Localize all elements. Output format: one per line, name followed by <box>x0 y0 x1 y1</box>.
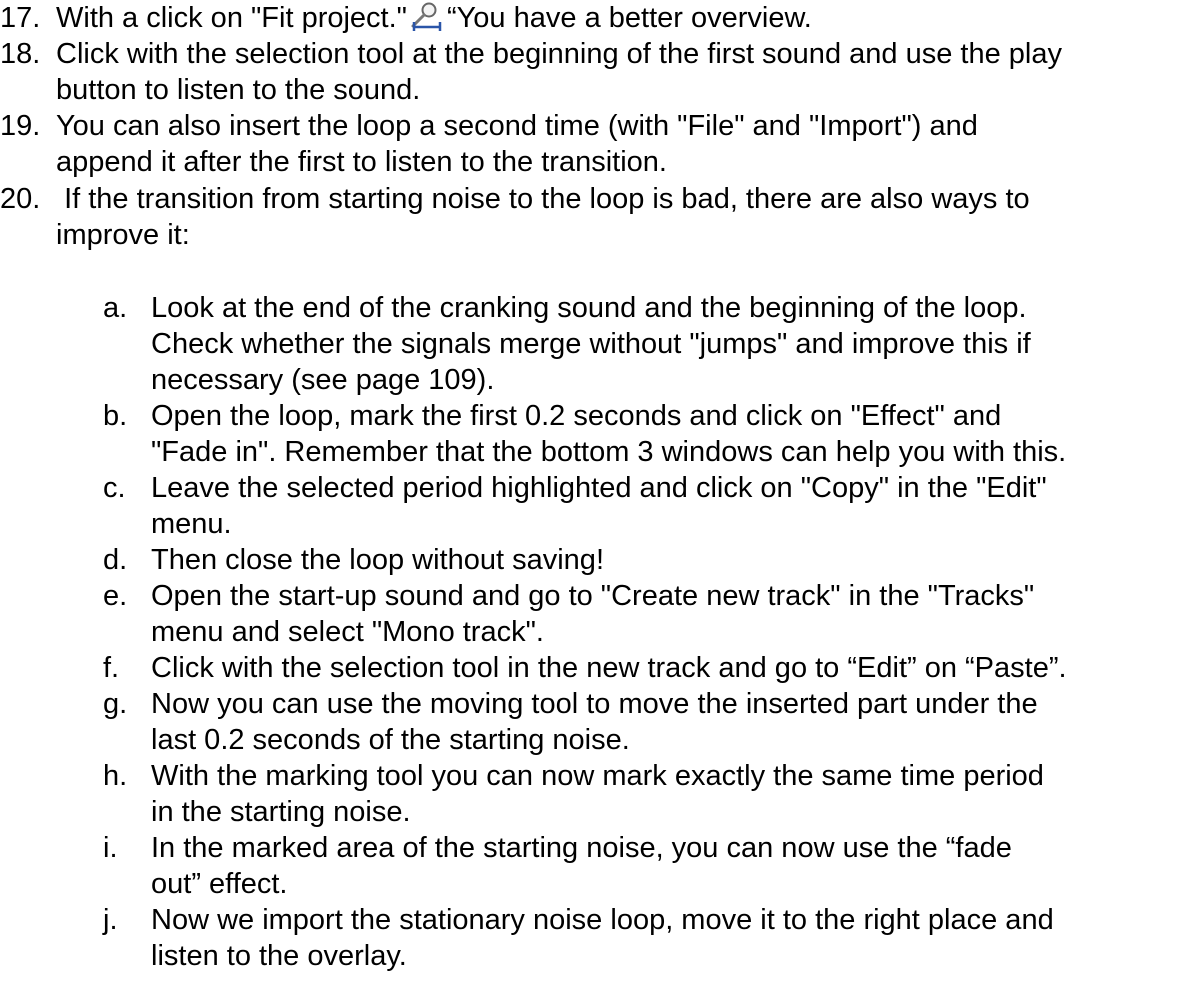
step-line: If the transition from starting noise to… <box>56 183 1030 215</box>
step-line: improve it: <box>56 219 190 251</box>
substep-letter: i. <box>103 832 118 864</box>
substep-letter: c. <box>103 472 126 504</box>
step-text-part: “You have a better overview. <box>446 2 812 34</box>
substep-letter: h. <box>103 760 128 792</box>
step-text: Click with the selection tool at the beg… <box>56 36 1180 108</box>
document-page: 17. With a click on "Fit project." “You h… <box>0 0 1180 995</box>
substep-line: Leave the selected period highlighted an… <box>151 472 1047 504</box>
step-text: You can also insert the loop a second ti… <box>56 108 1180 180</box>
substep-letter: f. <box>103 652 120 684</box>
zoom-fit-icon <box>409 1 445 31</box>
substep-text: Open the loop, mark the first 0.2 second… <box>151 398 1173 470</box>
substep-e: e. Open the start-up sound and go to "Cr… <box>103 578 1173 650</box>
substep-line: Open the start-up sound and go to "Creat… <box>151 580 1035 612</box>
substep-line: menu. <box>151 508 232 540</box>
step-text: If the transition from starting noise to… <box>56 181 1180 253</box>
substep-line: Now you can use the moving tool to move … <box>151 688 1038 720</box>
substep-line: With the marking tool you can now mark e… <box>151 760 1044 792</box>
substep-line: Open the loop, mark the first 0.2 second… <box>151 400 1002 432</box>
substep-text: With the marking tool you can now mark e… <box>151 758 1173 830</box>
substep-text: Leave the selected period highlighted an… <box>151 470 1173 542</box>
substep-letter: d. <box>103 544 128 576</box>
substep-line: Then close the loop without saving! <box>151 544 604 576</box>
substep-line: last 0.2 seconds of the starting noise. <box>151 724 630 756</box>
step-number: 18. <box>0 38 41 70</box>
step-line: You can also insert the loop a second ti… <box>56 110 978 142</box>
substep-letter: a. <box>103 292 128 324</box>
substep-letter: e. <box>103 580 128 612</box>
step-number: 20. <box>0 183 41 215</box>
step-text: With a click on "Fit project." “You have … <box>56 0 1180 36</box>
substep-a: a. Look at the end of the cranking sound… <box>103 290 1173 398</box>
substep-line: necessary (see page 109). <box>151 364 495 396</box>
substep-line: menu and select "Mono track". <box>151 616 544 648</box>
step-17: 17. With a click on "Fit project." “You h… <box>0 0 1180 36</box>
substep-text: Open the start-up sound and go to "Creat… <box>151 578 1173 650</box>
step-line: Click with the selection tool at the beg… <box>56 38 1062 70</box>
substep-line: in the starting noise. <box>151 796 411 828</box>
substep-text: Look at the end of the cranking sound an… <box>151 290 1173 398</box>
step-18: 18. Click with the selection tool at the… <box>0 36 1180 108</box>
step-text-part: With a click on "Fit project." <box>56 2 407 34</box>
substep-text: Then close the loop without saving! <box>151 542 1173 578</box>
step-20: 20. If the transition from starting nois… <box>0 181 1180 253</box>
substep-line: Check whether the signals merge without … <box>151 328 1031 360</box>
substep-f: f. Click with the selection tool in the … <box>103 650 1173 686</box>
substep-c: c. Leave the selected period highlighted… <box>103 470 1173 542</box>
step-number: 19. <box>0 110 41 142</box>
substep-g: g. Now you can use the moving tool to mo… <box>103 686 1173 758</box>
step-19: 19. You can also insert the loop a secon… <box>0 108 1180 180</box>
substep-line: Look at the end of the cranking sound an… <box>151 292 1027 324</box>
substep-line: out” effect. <box>151 868 288 900</box>
substep-text: Now we import the stationary noise loop,… <box>151 902 1173 974</box>
substep-text: In the marked area of the starting noise… <box>151 830 1173 902</box>
substep-b: b. Open the loop, mark the first 0.2 sec… <box>103 398 1173 470</box>
substep-i: i. In the marked area of the starting no… <box>103 830 1173 902</box>
substep-line: listen to the overlay. <box>151 940 407 972</box>
substep-h: h. With the marking tool you can now mar… <box>103 758 1173 830</box>
substep-line: Now we import the stationary noise loop,… <box>151 904 1054 936</box>
step-number: 17. <box>0 2 41 34</box>
substep-letter: b. <box>103 400 128 432</box>
step-line: button to listen to the sound. <box>56 74 421 106</box>
substep-d: d. Then close the loop without saving! <box>103 542 1173 578</box>
step-line: append it after the first to listen to t… <box>56 146 667 178</box>
substep-line: "Fade in". Remember that the bottom 3 wi… <box>151 436 1067 468</box>
substep-line: In the marked area of the starting noise… <box>151 832 1012 864</box>
substep-text: Now you can use the moving tool to move … <box>151 686 1173 758</box>
substep-line: Click with the selection tool in the new… <box>151 652 1067 684</box>
substep-letter: g. <box>103 688 128 720</box>
substep-letter: j. <box>103 904 118 936</box>
substep-text: Click with the selection tool in the new… <box>151 650 1173 686</box>
substep-j: j. Now we import the stationary noise lo… <box>103 902 1173 974</box>
